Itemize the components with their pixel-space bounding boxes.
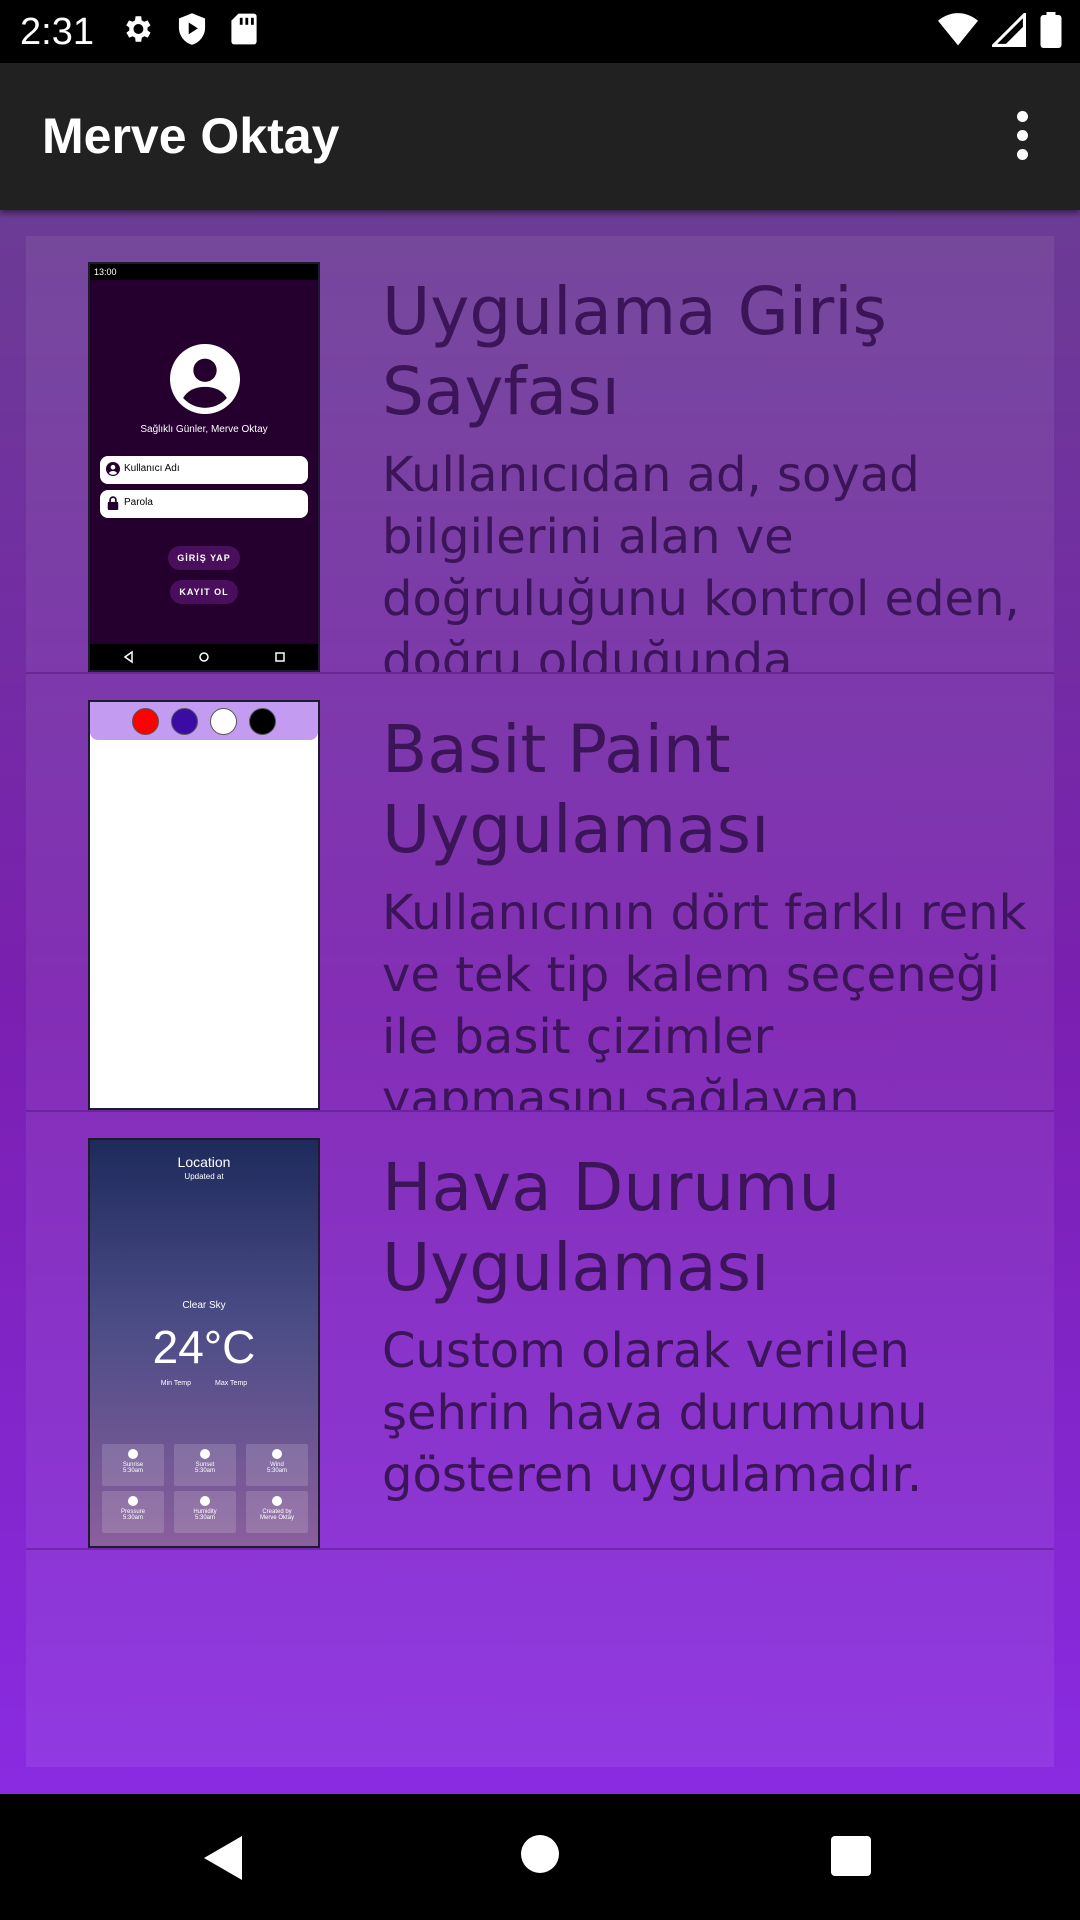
settings-icon bbox=[126, 16, 151, 42]
thumb-min-max: Min Temp Max Temp bbox=[90, 1380, 318, 1387]
color-indigo-icon bbox=[171, 707, 198, 735]
app-bar: Merve Oktay bbox=[0, 63, 1080, 210]
thumb-color-bar bbox=[90, 702, 318, 740]
project-thumbnail-paint bbox=[88, 700, 320, 1110]
thumb-cell-sunset: Sunset 5:30am bbox=[174, 1444, 236, 1486]
thumb-status-bar: 13:00 bbox=[90, 264, 318, 280]
lock-icon bbox=[107, 496, 119, 510]
status-time: 2:31 bbox=[20, 11, 94, 53]
thumb-location: Location bbox=[177, 1154, 231, 1170]
thumb-cell-pressure: Pressure 5:30am bbox=[102, 1491, 164, 1533]
navigation-bar bbox=[0, 1794, 1080, 1920]
cell-value: 5:30am bbox=[194, 1515, 215, 1521]
app-title: Merve Oktay bbox=[42, 108, 340, 164]
project-text-weather: Hava Durumu Uygulaması Custom olarak ver… bbox=[382, 1148, 1032, 1548]
project-list: 13:00 Sağlıklı Günler, Merve Oktay Kulla… bbox=[26, 236, 1054, 1767]
home-icon[interactable] bbox=[521, 1835, 559, 1873]
back-icon[interactable] bbox=[204, 1836, 244, 1880]
thumb-greeting: Sağlıklı Günler, Merve Oktay bbox=[140, 424, 268, 435]
project-thumbnail-login: 13:00 Sağlıklı Günler, Merve Oktay Kulla… bbox=[88, 262, 320, 672]
wind-icon bbox=[272, 1449, 282, 1459]
thumb-password-placeholder: Parola bbox=[124, 497, 153, 508]
project-title: Hava Durumu Uygulaması bbox=[382, 1149, 841, 1306]
info-icon bbox=[272, 1496, 282, 1506]
thumb-updated: Updated at bbox=[184, 1172, 224, 1181]
play-protect-icon bbox=[178, 13, 206, 45]
thumb-cell-wind: Wind 5:30am bbox=[246, 1444, 308, 1486]
thumb-cell-created-by: Created by Merve Oktay bbox=[246, 1491, 308, 1533]
project-description: Kullanıcıdan ad, soyad bilgilerini alan … bbox=[382, 447, 1020, 674]
thumb-condition: Clear Sky bbox=[182, 1300, 226, 1311]
thumb-cell-sunrise: Sunrise 5:30am bbox=[102, 1444, 164, 1486]
pressure-icon bbox=[128, 1496, 138, 1506]
signal-icon bbox=[992, 13, 1026, 47]
status-icons-right bbox=[938, 12, 1062, 48]
thumb-temperature: 24°C bbox=[152, 1321, 256, 1373]
thumb-max-label: Max Temp bbox=[215, 1380, 248, 1387]
color-red-icon bbox=[132, 707, 159, 735]
status-icons-left bbox=[120, 12, 258, 46]
color-white-icon bbox=[210, 707, 237, 735]
cell-value: Merve Oktay bbox=[259, 1515, 294, 1521]
project-description: Kullanıcının dört farklı renk ve tek tip… bbox=[382, 885, 1027, 1112]
person-icon bbox=[106, 462, 120, 476]
content-area: 13:00 Sağlıklı Günler, Merve Oktay Kulla… bbox=[0, 210, 1080, 1794]
project-text-login: Uygulama Giriş Sayfası Kullanıcıdan ad, … bbox=[382, 272, 1032, 674]
project-item-paint[interactable]: Basit Paint Uygulaması Kullanıcının dört… bbox=[26, 674, 1054, 1112]
status-bar: 2:31 bbox=[0, 0, 1080, 63]
thumb-register-button: KAYIT OL bbox=[170, 580, 238, 604]
project-text-paint: Basit Paint Uygulaması Kullanıcının dört… bbox=[382, 710, 1032, 1112]
battery-icon bbox=[1040, 12, 1062, 48]
humidity-icon bbox=[200, 1496, 210, 1506]
thumb-password-field: Parola bbox=[100, 490, 308, 518]
thumb-username-placeholder: Kullanıcı Adı bbox=[124, 463, 180, 474]
thumb-login-button: GİRİŞ YAP bbox=[168, 546, 240, 570]
thumb-username-field: Kullanıcı Adı bbox=[100, 456, 308, 484]
thumb-cell-humidity: Humidity 5:30am bbox=[174, 1491, 236, 1533]
account-circle-icon bbox=[170, 344, 240, 414]
cell-value: 5:30am bbox=[266, 1468, 287, 1474]
color-black-icon bbox=[249, 707, 276, 735]
cell-value: 5:30am bbox=[122, 1468, 143, 1474]
wifi-icon bbox=[938, 13, 978, 46]
project-title: Uygulama Giriş Sayfası bbox=[382, 273, 887, 430]
thumb-info-grid: Sunrise 5:30am Sunset 5:30am Wind 5:30am Pr… bbox=[102, 1444, 308, 1533]
more-vert-icon[interactable] bbox=[990, 103, 1054, 167]
project-title: Basit Paint Uygulaması bbox=[382, 711, 770, 868]
thumb-time: 13:00 bbox=[94, 267, 117, 277]
thumb-min-label: Min Temp bbox=[160, 1380, 192, 1387]
sd-card-icon bbox=[231, 13, 257, 45]
cell-value: 5:30am bbox=[122, 1515, 143, 1521]
cell-value: 5:30am bbox=[194, 1468, 215, 1474]
sunset-icon bbox=[200, 1449, 210, 1459]
project-thumbnail-weather: Location Updated at Clear Sky 24°C Min T… bbox=[88, 1138, 320, 1548]
project-item-weather[interactable]: Location Updated at Clear Sky 24°C Min T… bbox=[26, 1112, 1054, 1550]
thumb-nav-bar bbox=[90, 644, 318, 670]
sunrise-icon bbox=[128, 1449, 138, 1459]
recents-icon[interactable] bbox=[831, 1836, 871, 1876]
project-description: Custom olarak verilen şehrin hava durumu… bbox=[382, 1323, 928, 1503]
project-item-login[interactable]: 13:00 Sağlıklı Günler, Merve Oktay Kulla… bbox=[26, 236, 1054, 674]
